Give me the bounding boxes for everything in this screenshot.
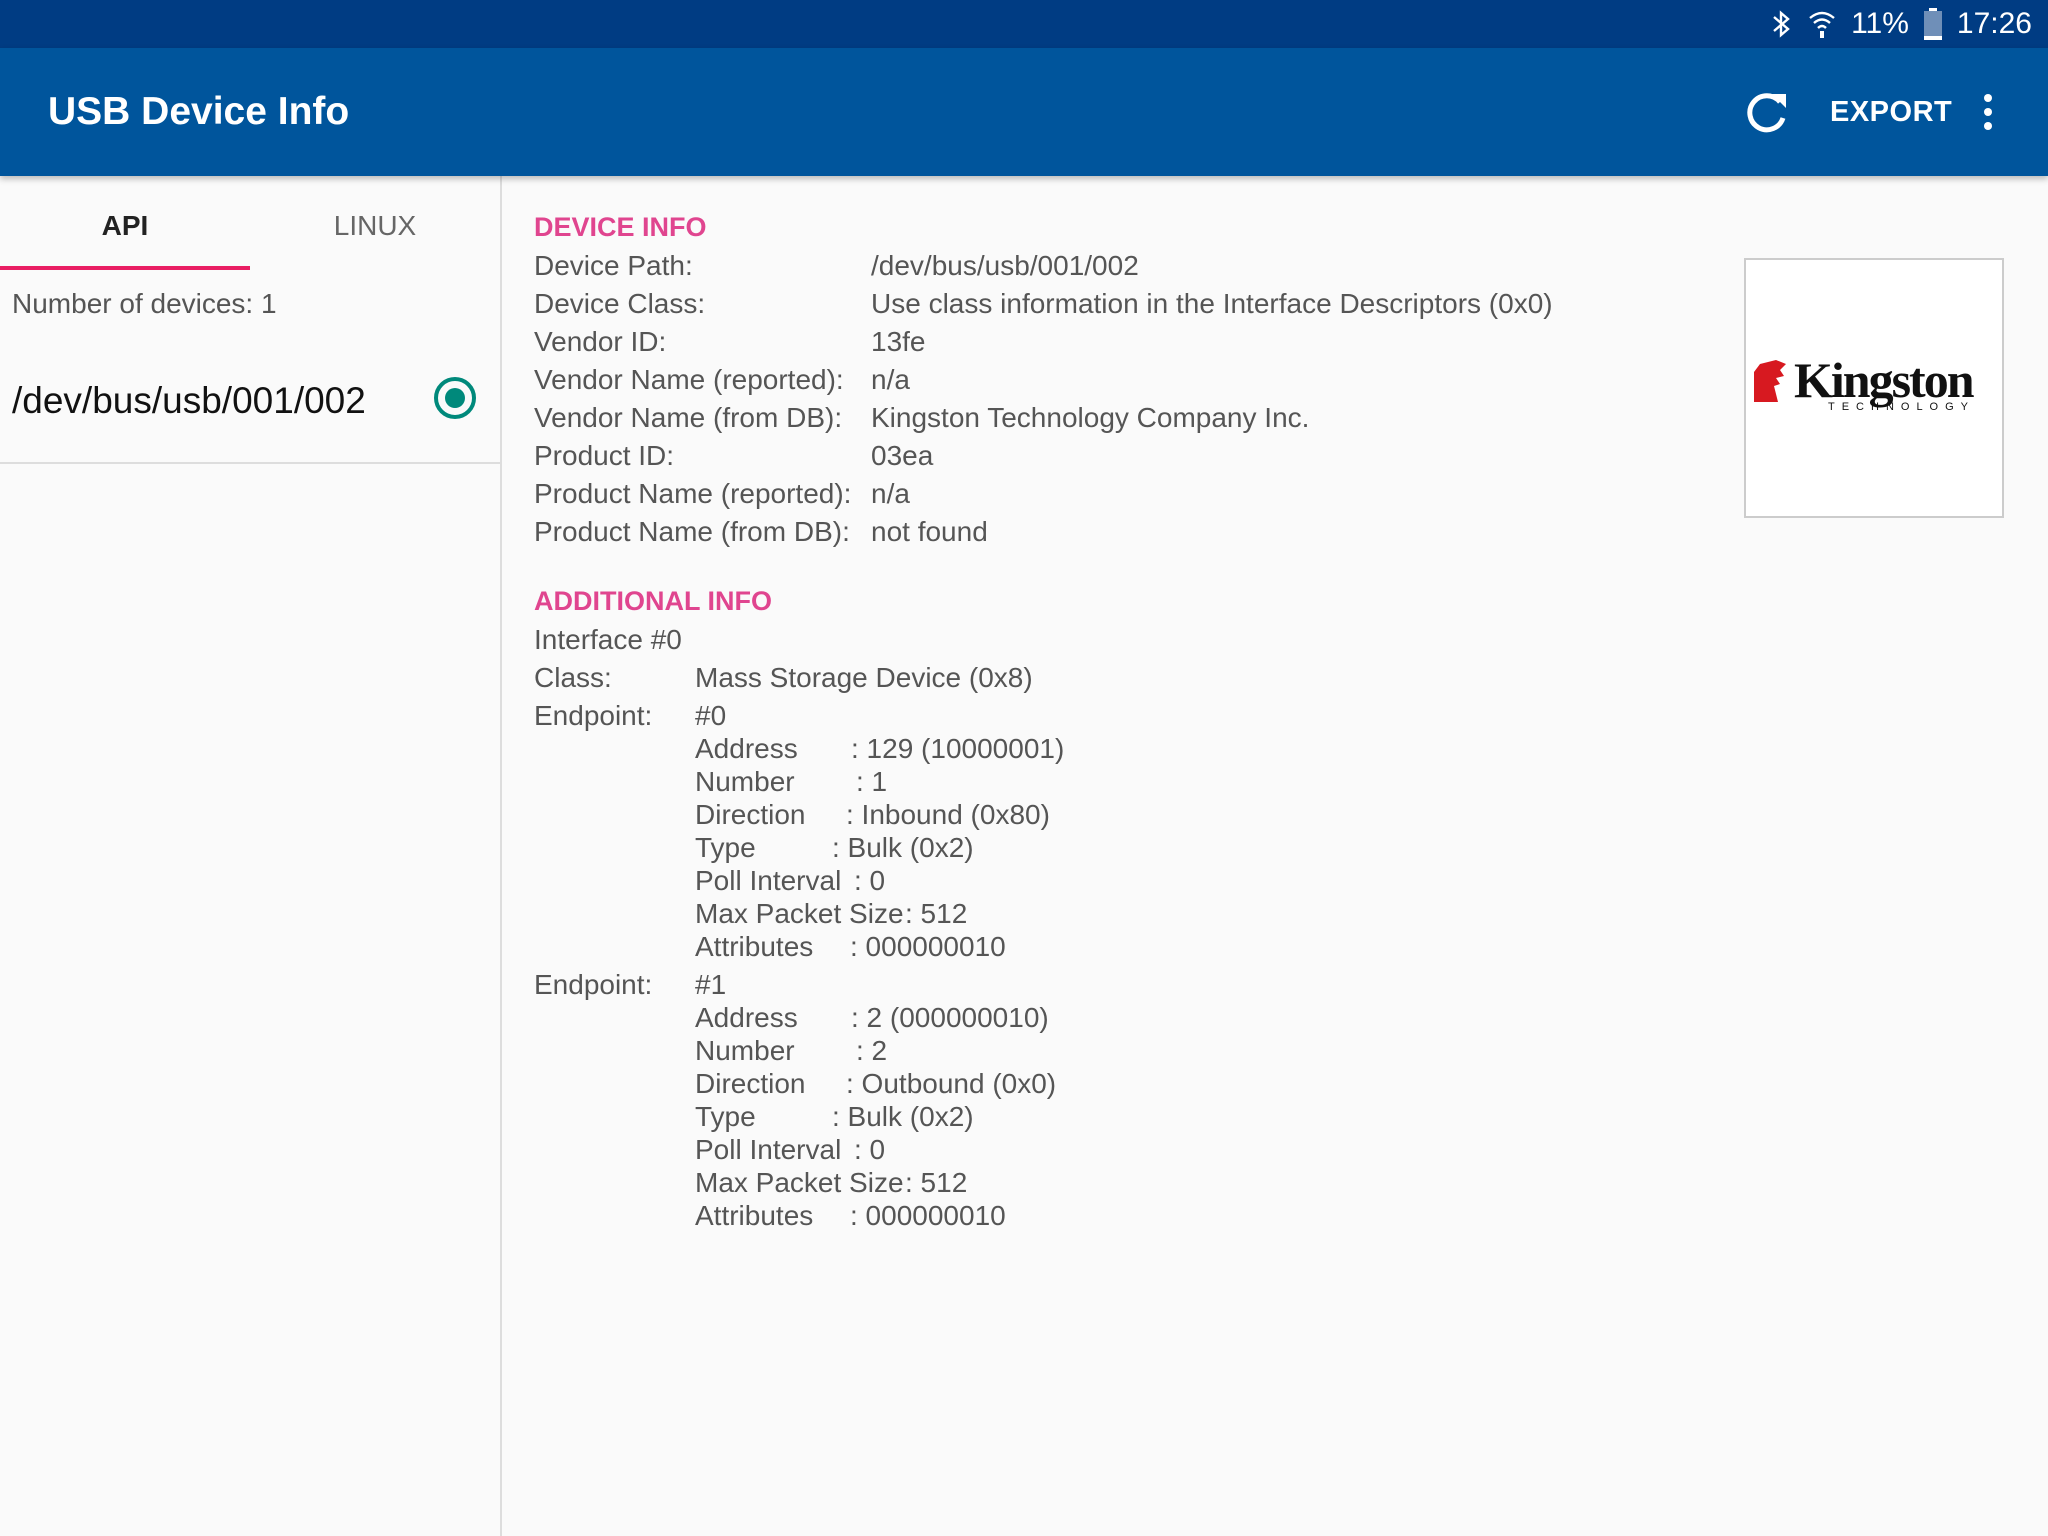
endpoint-field-name: Type [695,1101,756,1132]
endpoint-field-name: Address [695,1002,798,1033]
endpoint-field-value: : 1 [856,766,888,797]
export-button[interactable]: EXPORT [1830,96,1952,129]
device-radio-button[interactable] [434,377,476,419]
refresh-button[interactable] [1742,88,1792,138]
tab-linux[interactable]: LINUX [250,210,500,242]
tab-indicator [0,266,250,270]
product-name-db-label: Product Name (from DB): [534,516,850,547]
endpoint-field-value: : 0 [854,1134,886,1165]
endpoint-field-name: Max Packet Size [695,1167,904,1198]
vendor-name-reported-value: n/a [871,364,910,395]
wifi-icon [1807,8,1837,40]
endpoint-field-value: : 2 (000000010) [851,1002,1049,1033]
endpoint-field-name: Direction [695,799,806,830]
endpoint-field-name: Poll Interval [695,1134,842,1165]
tab-api[interactable]: API [0,210,250,242]
battery-icon [1923,7,1943,41]
vendor-name-reported-label: Vendor Name (reported): [534,364,844,395]
status-icons: 11% 17:26 [1771,0,2032,48]
radio-selected-dot [445,388,465,408]
logo-sub-text: TECHNOLOGY [1828,401,1975,413]
endpoint-field-value: : Bulk (0x2) [832,832,974,863]
endpoint-field-value: : 2 [856,1035,888,1066]
vendor-name-db-value: Kingston Technology Company Inc. [871,402,1310,433]
vendor-name-db-label: Vendor Name (from DB): [534,402,843,433]
endpoint-field-name: Direction [695,1068,806,1099]
endpoint-field-value: : 512 [905,898,968,929]
product-name-db-value: not found [871,516,988,547]
endpoint-id: #1 [695,969,727,1000]
more-options-button[interactable] [1970,92,2006,132]
endpoint-field-value: : Outbound (0x0) [846,1068,1057,1099]
status-time: 17:26 [1956,7,2032,40]
device-list-item[interactable]: /dev/bus/usb/001/002 [0,356,500,464]
device-path-label: /dev/bus/usb/001/002 [12,380,366,421]
product-id-label: Product ID: [534,440,675,471]
more-vert-icon [1984,94,1992,130]
endpoint-field-value: : 129 (10000001) [851,733,1065,764]
status-bar: 11% 17:26 [0,0,2048,48]
bluetooth-icon [1771,8,1793,40]
additional-info-header: ADDITIONAL INFO [534,586,772,616]
endpoint-id: #0 [695,700,727,731]
device-info-header: DEVICE INFO [534,212,707,242]
endpoint-field-value: : Bulk (0x2) [832,1101,974,1132]
refresh-icon [1747,93,1786,133]
endpoint-field-name: Address [695,733,798,764]
product-id-value: 03ea [871,440,934,471]
app-title: USB Device Info [48,90,350,133]
device-class-label: Device Class: [534,288,706,319]
device-count: Number of devices: 1 [12,288,277,319]
tab-bar: API LINUX [0,176,500,272]
endpoint-field-value: : 512 [905,1167,968,1198]
vendor-id-value: 13fe [871,326,926,357]
endpoint-field-value: : 000000010 [850,931,1006,962]
endpoint-field-name: Type [695,832,756,863]
product-name-reported-value: n/a [871,478,910,509]
endpoint-field-value: : Inbound (0x80) [846,799,1050,830]
endpoint-field-value: : 000000010 [850,1200,1006,1231]
kingston-logo: Kingston TECHNOLOGY [1754,352,1977,413]
device-path-value: /dev/bus/usb/001/002 [871,250,1139,281]
endpoint-field-name: Poll Interval [695,865,842,896]
endpoint-label: Endpoint: [534,969,653,1000]
class-label: Class: [534,662,612,693]
app-bar: USB Device Info EXPORT [0,48,2048,176]
device-list-pane: API LINUX Number of devices: 1 /dev/bus/… [0,176,502,1536]
endpoint-field-name: Number [695,766,795,797]
device-class-value: Use class information in the Interface D… [871,288,1553,319]
endpoint-field-value: : 0 [854,865,886,896]
endpoint-field-name: Attributes [695,931,814,962]
battery-percent: 11% [1851,7,1909,40]
device-path-label: Device Path: [534,250,693,281]
class-value: Mass Storage Device (0x8) [695,662,1033,693]
vendor-logo: Kingston TECHNOLOGY [1744,258,2004,518]
endpoint-field-name: Attributes [695,1200,814,1231]
logo-brand-text: Kingston [1794,352,1975,408]
endpoint-field-name: Number [695,1035,795,1066]
product-name-reported-label: Product Name (reported): [534,478,852,509]
interface-label: Interface #0 [534,624,682,655]
endpoint-label: Endpoint: [534,700,653,731]
endpoint-field-name: Max Packet Size [695,898,904,929]
vendor-id-label: Vendor ID: [534,326,667,357]
